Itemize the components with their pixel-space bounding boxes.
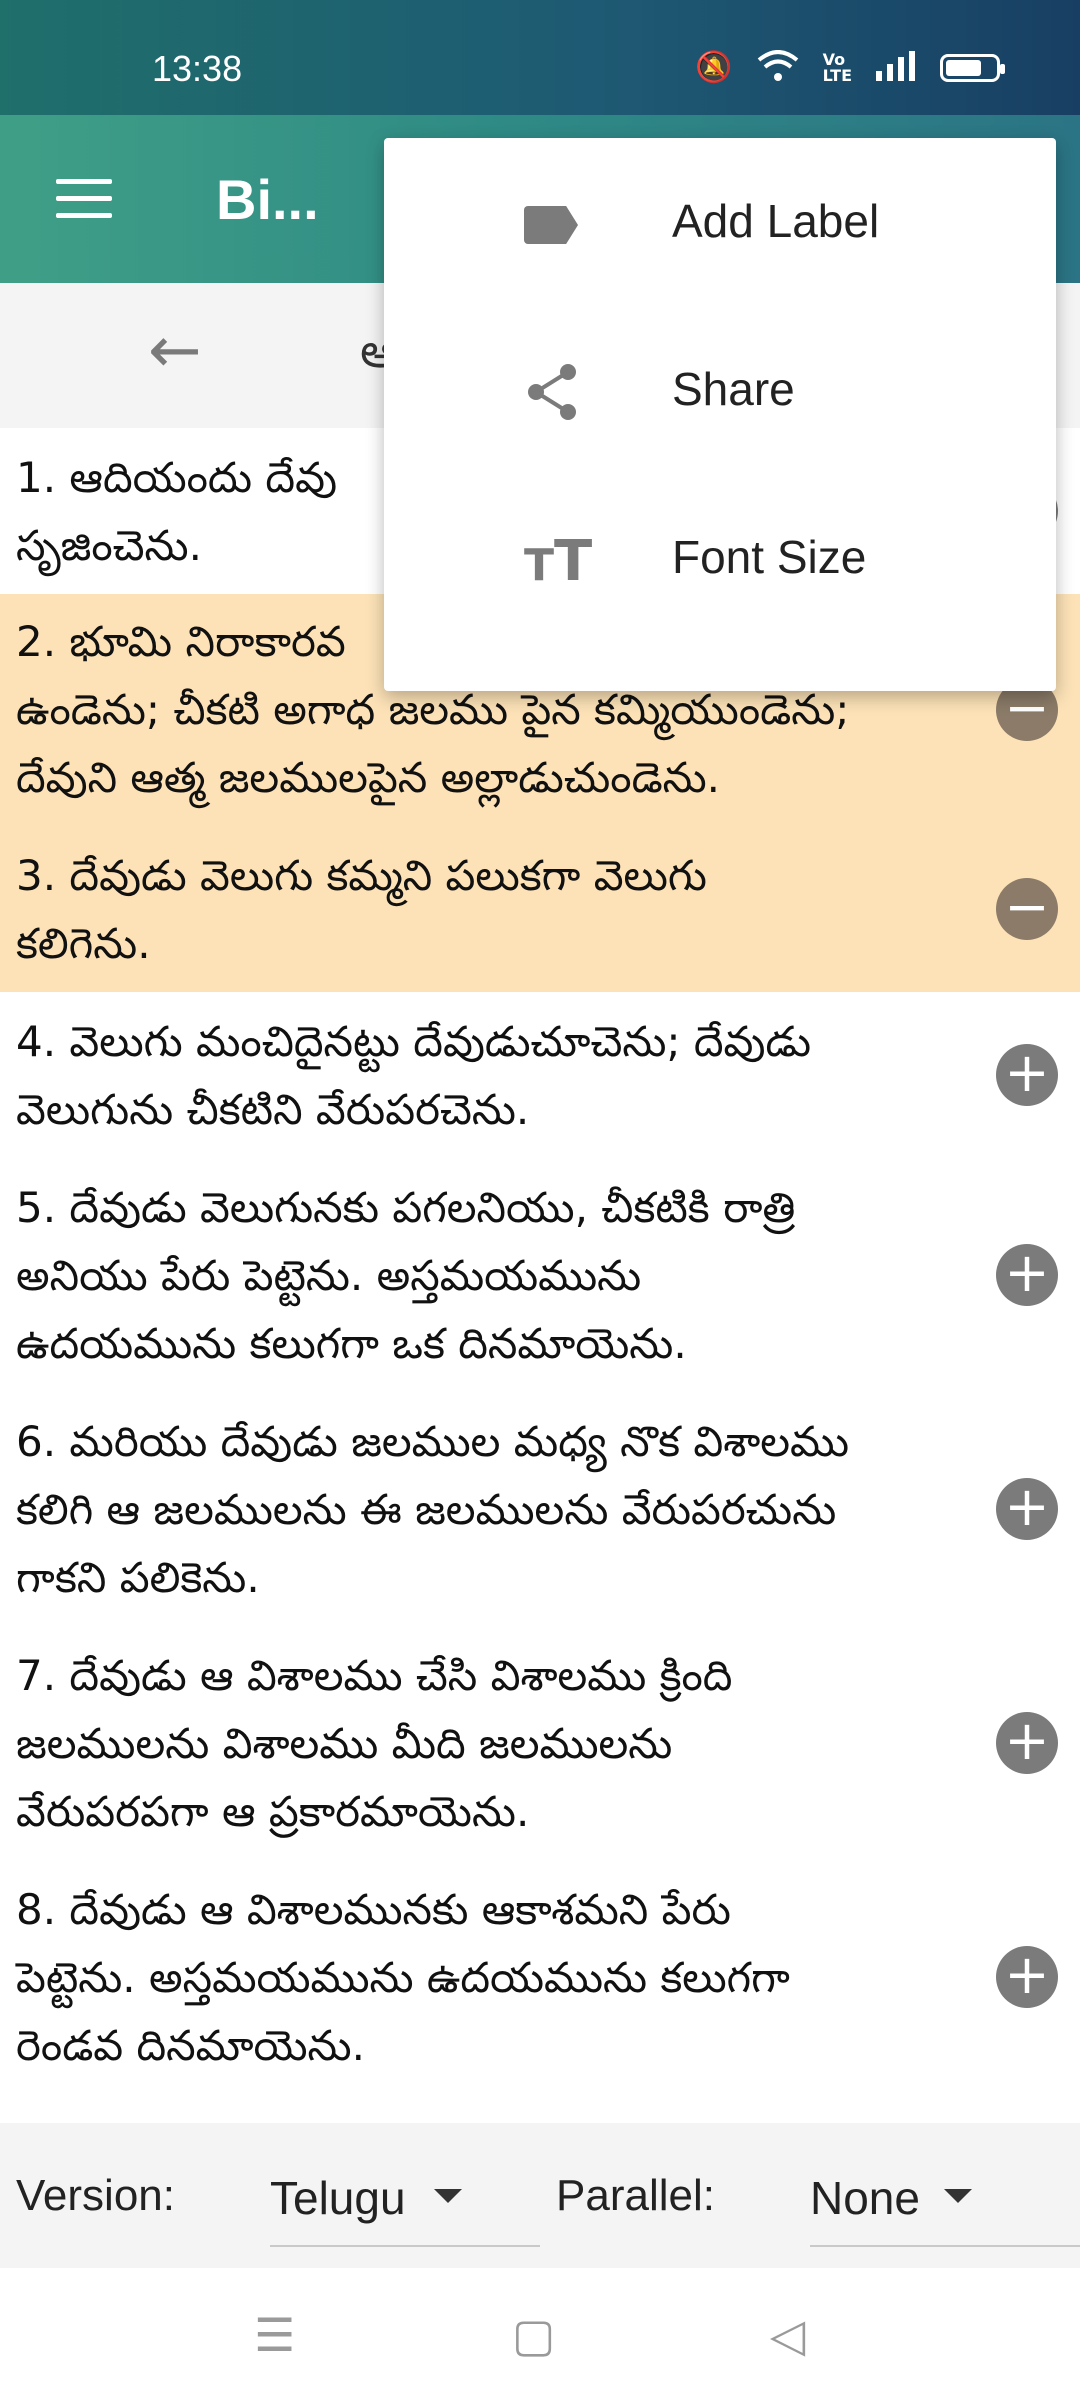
verse-item[interactable]: 3. దేవుడు వెలుగు కమ్మని పలుకగా వెలుగు కల… [0, 826, 1080, 992]
parallel-select[interactable]: None [810, 2159, 1080, 2247]
verse-text-line: 7. దేవుడు ఆ విశాలము చేసి విశాలము క్రింది [16, 1651, 733, 1700]
version-label: Version: [16, 2171, 175, 2220]
verse-text-line: ఉదయమును కలుగగా ఒక దినమాయెను. [16, 1319, 687, 1368]
app-title: Bi... [216, 168, 319, 231]
recents-icon[interactable]: ☰ [254, 2312, 295, 2358]
add-verse-button[interactable]: + [996, 1946, 1058, 2008]
signal-icon [876, 51, 916, 85]
verse-text-line: దేవుని ఆత్మ జలములపైన అల్లాడుచుండెను. [16, 753, 721, 802]
verse-text-line: వేరుపరపగా ఆ ప్రకారమాయెను. [16, 1787, 530, 1836]
add-verse-button[interactable]: + [996, 1712, 1058, 1774]
parallel-label: Parallel: [556, 2171, 715, 2220]
verse-item[interactable]: 4. వెలుగు మంచిదైనట్టు దేవుడుచూచెను; దేవు… [0, 992, 1080, 1158]
verse-text-line: 8. దేవుడు ఆ విశాలమునకు ఆకాశమని పేరు [16, 1885, 731, 1934]
menu-item-label: Add Label [672, 195, 880, 247]
verse-text-line: వెలుగును చీకటిని వేరుపరచెను. [16, 1085, 530, 1134]
volte-icon: Vo LTE [822, 50, 852, 85]
menu-hamburger-icon[interactable] [56, 179, 112, 219]
mute-icon: 🔕 [695, 50, 733, 85]
verse-text-line: జలములను విశాలము మీది జలములను [16, 1719, 673, 1768]
menu-item-label: Font Size [672, 531, 867, 583]
add-verse-button[interactable]: + [996, 1244, 1058, 1306]
font-size-icon: TT [524, 529, 593, 594]
share-icon [524, 364, 580, 420]
menu-item-share[interactable]: Share [384, 306, 1056, 474]
system-nav-bar: ☰ ▢ ◁ [0, 2268, 1080, 2400]
version-bar: Version: Telugu Parallel: None [0, 2123, 1080, 2268]
verse-text-line: 4. వెలుగు మంచిదైనట్టు దేవుడుచూచెను; దేవు… [16, 1017, 812, 1066]
verse-text-line: 5. దేవుడు వెలుగునకు పగలనియు, చీకటికి రాత… [16, 1183, 796, 1232]
parallel-value: None [810, 2172, 920, 2224]
back-arrow-icon[interactable]: ← [148, 319, 202, 383]
home-icon[interactable]: ▢ [512, 2312, 555, 2358]
label-icon [524, 206, 580, 246]
chevron-down-icon [434, 2189, 462, 2203]
verse-item[interactable]: 8. దేవుడు ఆ విశాలమునకు ఆకాశమని పేరు పెట్… [0, 1860, 1080, 2094]
remove-verse-button[interactable]: − [996, 878, 1058, 940]
add-verse-button[interactable]: + [996, 1478, 1058, 1540]
battery-icon [940, 54, 1005, 82]
status-bar: 13:38 🔕 Vo LTE [0, 0, 1080, 115]
menu-item-label: Share [672, 363, 795, 415]
version-value: Telugu [270, 2172, 406, 2224]
verse-text-line: కలిగెను. [16, 919, 151, 968]
verse-item[interactable]: 6. మరియు దేవుడు జలముల మధ్య నొక విశాలము క… [0, 1392, 1080, 1626]
wifi-icon [757, 50, 799, 86]
verse-item[interactable]: 5. దేవుడు వెలుగునకు పగలనియు, చీకటికి రాత… [0, 1158, 1080, 1392]
verse-text-line: అనియు పేరు పెట్టెను. అస్తమయమును [16, 1251, 642, 1300]
menu-item-add-label[interactable]: Add Label [384, 138, 1056, 306]
verse-text-line: 3. దేవుడు వెలుగు కమ్మని పలుకగా వెలుగు [16, 851, 707, 900]
overflow-menu: Add Label Share TT Font Size [384, 138, 1056, 691]
menu-item-font-size[interactable]: TT Font Size [384, 474, 1056, 642]
back-icon[interactable]: ◁ [770, 2312, 805, 2358]
status-icons: 🔕 Vo LTE [695, 50, 1005, 86]
version-select[interactable]: Telugu [270, 2159, 540, 2247]
status-time: 13:38 [152, 48, 243, 89]
verse-text-line: రెండవ దినమాయెను. [16, 2021, 365, 2070]
verse-text-line: గాకని పలికెను. [16, 1553, 260, 1602]
chevron-down-icon [944, 2189, 972, 2203]
verse-text-line: 6. మరియు దేవుడు జలముల మధ్య నొక విశాలము [16, 1417, 850, 1466]
verse-text-line: పెట్టెను. అస్తమయమును ఉదయమును కలుగగా [16, 1953, 790, 2002]
verse-text-line: కలిగి ఆ జలములను ఈ జలములను వేరుపరచును [16, 1485, 837, 1534]
add-verse-button[interactable]: + [996, 1044, 1058, 1106]
verse-item[interactable]: 7. దేవుడు ఆ విశాలము చేసి విశాలము క్రింది… [0, 1626, 1080, 1860]
